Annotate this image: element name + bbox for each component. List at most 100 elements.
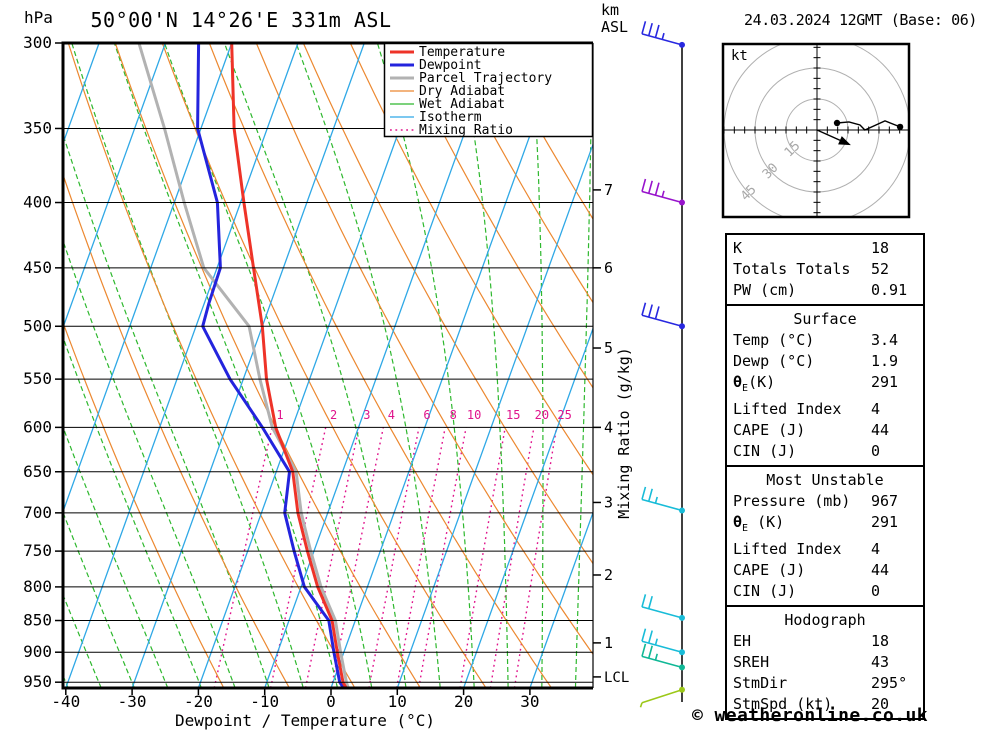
pressure-tick-label: 850: [23, 611, 52, 630]
table-row: CIN (J) 0: [727, 581, 923, 602]
wet-adiabat: [295, 43, 441, 688]
stat-label: PW (cm): [733, 281, 797, 299]
legend: TemperatureDewpointParcel TrajectoryDry …: [383, 42, 594, 138]
storm-motion-arrowhead: [838, 136, 851, 146]
stat-label: CIN (J): [733, 442, 797, 460]
line: [661, 190, 665, 198]
table-title: Most Unstable: [766, 471, 884, 489]
mixing-ratio-line: [513, 427, 558, 688]
table-row: Pressure (mb) 967: [727, 491, 923, 512]
line: [639, 702, 643, 708]
wet-adiabat: [0, 43, 2, 688]
km-tick-label: 1: [604, 634, 613, 652]
line: [641, 594, 647, 608]
wind-barb: [641, 302, 685, 330]
mixing-ratio-label: 25: [557, 408, 571, 422]
km-tick-label: 6: [604, 259, 613, 277]
mixing-ratio-label: 6: [423, 408, 430, 422]
wet-adiabat: [113, 43, 339, 688]
stat-label: CAPE (J): [733, 561, 806, 579]
km-label: km: [601, 1, 620, 19]
table-row: CAPE (J) 44: [727, 560, 923, 581]
pressure-tick-label: 500: [23, 316, 52, 335]
mixing-ratio-label: 20: [535, 408, 549, 422]
line: [654, 24, 660, 38]
mixing-ratio-label: 8: [450, 408, 457, 422]
line: [641, 498, 683, 512]
pressure-tick-label: 900: [23, 642, 52, 661]
pressure-tick-label: 650: [23, 462, 52, 481]
line: [647, 645, 653, 659]
table-row: θE (K) 291: [727, 512, 923, 539]
table-row: StmDir 295°: [727, 673, 923, 694]
line: [641, 21, 647, 35]
line: [647, 304, 653, 318]
line: [647, 22, 653, 36]
stats-table: K 18 Totals Totals 52 PW (cm) 0.91: [725, 233, 925, 306]
table-row: Lifted Index 4: [727, 539, 923, 560]
parcel-trajectory-curve: [137, 43, 350, 688]
table-row: θE(K) 291: [727, 372, 923, 399]
line: [641, 628, 647, 642]
wet-adiabat: [530, 43, 544, 688]
isotherm-line: [462, 326, 593, 688]
stat-label: StmDir: [733, 674, 788, 692]
stat-value: 0: [871, 582, 881, 600]
legend-label: Mixing Ratio: [419, 123, 513, 138]
stat-value: 4: [871, 400, 881, 418]
stat-label: EH: [733, 632, 752, 650]
km-tick-label: 7: [604, 181, 613, 199]
km-tick-label: 3: [604, 493, 613, 511]
stat-value: 44: [871, 561, 890, 579]
pressure-tick-label: 300: [23, 33, 52, 52]
temp-tick-label: -30: [118, 692, 147, 711]
stats-table: Surface Temp (°C) 3.4 Dewp (°C) 1.9 θE(K) 291 L…: [725, 304, 925, 467]
km-tick-label: 5: [604, 339, 613, 357]
wind-barb: [641, 486, 685, 514]
line: [641, 643, 647, 657]
stat-label: θE (K): [733, 513, 785, 534]
storm-motion-vector: [816, 129, 844, 143]
mixing-axis-title: Mixing Ratio (g/kg): [615, 347, 633, 519]
page-title: 50°00'N 14°26'E 331m ASL: [90, 8, 392, 32]
stat-value: 0.91: [871, 281, 908, 299]
wind-barb-dot: [679, 649, 685, 656]
mixing-ratio-label: 4: [388, 408, 395, 422]
hodograph-ring-label: 15: [782, 139, 804, 161]
mixing-ratio-label: 1: [276, 408, 283, 422]
stat-value: 18: [871, 632, 890, 650]
sounding-curves: [137, 43, 350, 688]
stats-table: Most Unstable Pressure (mb) 967 θE (K) 291 Li…: [725, 465, 925, 607]
temp-tick-label: 20: [454, 692, 473, 711]
line: [641, 486, 647, 500]
stat-value: 967: [871, 492, 899, 510]
mixing-ratio-label: 2: [330, 408, 337, 422]
temp-tick-label: 10: [388, 692, 407, 711]
table-row: PW (cm) 0.91: [727, 280, 923, 301]
hodograph-trace-end-dot: [896, 123, 904, 131]
stat-value: 18: [871, 239, 890, 257]
stat-label: K: [733, 239, 743, 257]
table-row: SREH 43: [727, 652, 923, 673]
wet-adiabat: [63, 510, 135, 688]
stat-label: θE(K): [733, 373, 776, 394]
wind-barb-column: [639, 21, 685, 708]
line: [641, 606, 683, 619]
hodograph-unit-label: kt: [731, 48, 748, 64]
pressure-tick-label: 800: [23, 577, 52, 596]
mixing-ratio-labels: 1 2 3 4 6 8 10 15 20 25: [276, 408, 571, 422]
x-axis-title: Dewpoint / Temperature (°C): [175, 711, 435, 730]
wind-barb-dot: [679, 199, 685, 206]
km-tick-label: 4: [604, 418, 613, 436]
table-row: K 18: [727, 238, 923, 259]
table-title: Hodograph: [784, 611, 866, 629]
altitude-axis-unit: km ASL: [601, 2, 628, 36]
line: [647, 630, 653, 644]
table-title: Surface: [793, 310, 857, 328]
stat-value: 3.4: [871, 331, 899, 349]
mixing-ratio-label: 3: [363, 408, 370, 422]
run-datetime: 24.03.2024 12GMT (Base: 06): [744, 11, 978, 29]
temp-tick-label: 30: [520, 692, 539, 711]
table-row: Totals Totals 52: [727, 259, 923, 280]
line: [641, 178, 647, 192]
